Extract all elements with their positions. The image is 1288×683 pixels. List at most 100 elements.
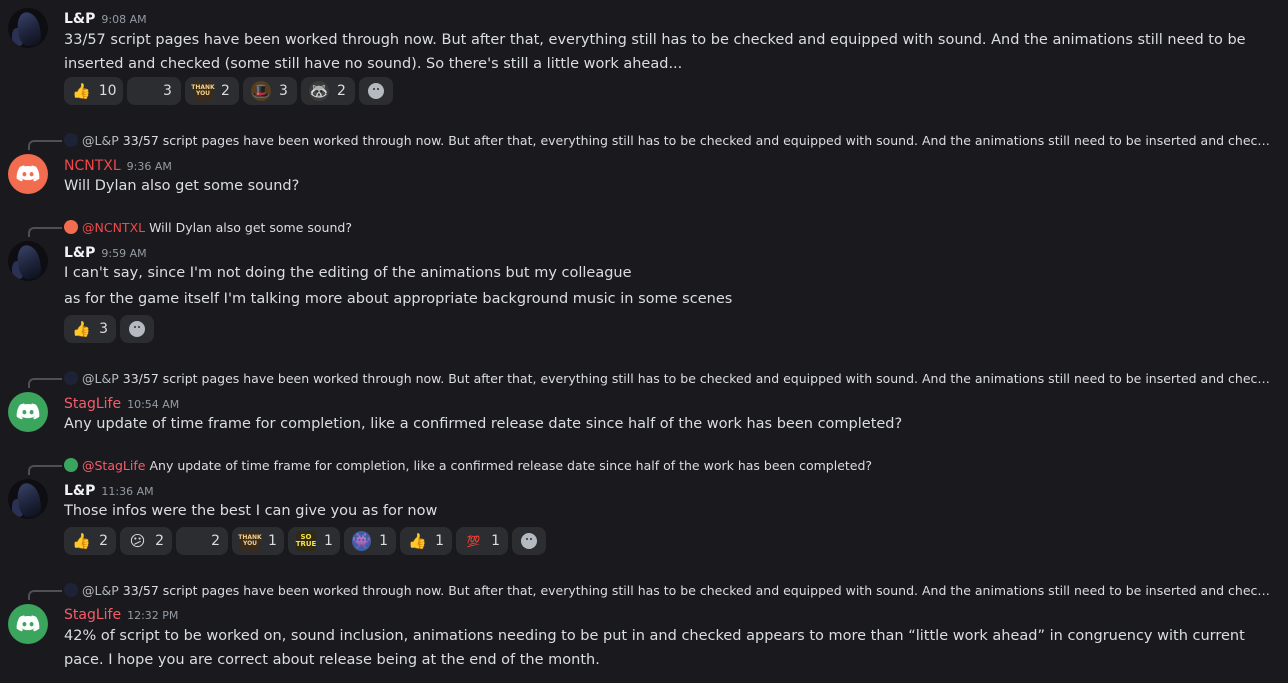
hundred-points-icon: 💯 <box>466 534 481 548</box>
timestamp: 10:54 AM <box>127 398 180 411</box>
avatar-lp[interactable] <box>8 241 48 281</box>
reaction[interactable]: 👾 1 <box>344 527 396 555</box>
reactions: 👍 2 😕 2 2 THANK YOU 1 SO TRUE 1 👾 1 👍 1 💯 1 <box>64 527 546 555</box>
reaction-count: 1 <box>379 533 388 549</box>
reply-author: @L&P <box>82 370 119 386</box>
reaction[interactable]: SO TRUE 1 <box>288 527 340 555</box>
reaction[interactable]: 2 <box>176 527 228 555</box>
message-text: 42% of script to be worked on, sound inc… <box>64 628 1245 668</box>
reaction[interactable]: 👍 1 <box>400 527 452 555</box>
message-text: 33/57 script pages have been worked thro… <box>64 32 1246 72</box>
reply-text: Will Dylan also get some sound? <box>149 219 352 235</box>
add-reaction-button[interactable] <box>120 315 154 343</box>
thumbs-up-icon: 👍 <box>72 532 91 550</box>
reply-author: @NCNTXL <box>82 219 146 235</box>
timestamp: 12:32 PM <box>127 609 179 622</box>
reaction-count: 2 <box>211 533 220 549</box>
reaction-count: 3 <box>163 83 172 99</box>
reaction-count: 1 <box>324 533 333 549</box>
timestamp: 11:36 AM <box>101 485 154 498</box>
author-name[interactable]: L&P <box>64 245 95 261</box>
reply-connector <box>28 140 62 150</box>
smiley-add-icon <box>129 321 145 337</box>
reaction[interactable]: 🦝 2 <box>301 77 355 105</box>
reply-preview[interactable]: @L&P 33/57 script pages have been worked… <box>64 581 1274 599</box>
confused-face-icon: 😕 <box>129 532 146 550</box>
custom-emoji-icon <box>184 531 203 551</box>
discord-logo-icon <box>16 403 40 420</box>
reaction[interactable]: THANK YOU 2 <box>185 77 239 105</box>
reply-author: @L&P <box>82 582 119 598</box>
thank-you-emoji-icon: THANK YOU <box>191 81 215 101</box>
message-text-line-1: I can't say, since I'm not doing the edi… <box>64 265 632 281</box>
message-text: Those infos were the best I can give you… <box>64 503 438 519</box>
reply-preview[interactable]: @L&P 33/57 script pages have been worked… <box>64 131 1274 149</box>
custom-character-emoji-icon: 🎩 <box>251 81 271 101</box>
reply-text: 33/57 script pages have been worked thro… <box>122 582 1274 598</box>
reaction-count: 1 <box>268 533 277 549</box>
discord-logo-icon <box>16 615 40 632</box>
reply-avatar <box>64 583 78 597</box>
timestamp: 9:59 AM <box>101 247 147 260</box>
author-name[interactable]: StagLife <box>64 396 121 412</box>
reply-connector <box>28 590 62 600</box>
reaction-count: 10 <box>98 83 117 99</box>
so-true-emoji-icon: SO TRUE <box>296 531 316 551</box>
reply-author: @StagLife <box>82 457 146 473</box>
discord-logo-icon <box>16 165 40 182</box>
reaction-count: 3 <box>99 321 108 337</box>
smiley-add-icon <box>521 533 537 549</box>
reply-text: Any update of time frame for completion,… <box>149 457 873 473</box>
reaction-count: 2 <box>99 533 108 549</box>
author-name[interactable]: StagLife <box>64 607 121 623</box>
reaction[interactable]: 👍 3 <box>64 315 116 343</box>
reply-preview[interactable]: @NCNTXL Will Dylan also get some sound? <box>64 218 1274 236</box>
reply-avatar <box>64 371 78 385</box>
thumbs-up-icon: 👍 <box>72 82 91 100</box>
stitch-emoji-icon: 👾 <box>352 531 372 551</box>
reaction[interactable]: 3 <box>127 77 181 105</box>
add-reaction-button[interactable] <box>359 77 393 105</box>
reply-preview[interactable]: @StagLife Any update of time frame for c… <box>64 456 1274 474</box>
thumbs-up-icon: 👍 <box>408 532 427 550</box>
reaction-count: 2 <box>221 83 230 99</box>
reaction-count: 1 <box>491 533 500 549</box>
raccoon-emoji-icon: 🦝 <box>309 81 329 101</box>
reply-avatar <box>64 458 78 472</box>
reply-text: 33/57 script pages have been worked thro… <box>122 132 1274 148</box>
smiley-add-icon <box>368 83 384 99</box>
avatar-lp[interactable] <box>8 479 48 519</box>
author-name[interactable]: L&P <box>64 11 95 27</box>
thumbs-up-icon: 👍 <box>72 320 91 338</box>
reply-connector <box>28 227 62 237</box>
reaction[interactable]: THANK YOU 1 <box>232 527 284 555</box>
reaction[interactable]: 😕 2 <box>120 527 172 555</box>
reaction-count: 3 <box>279 83 288 99</box>
message-text: Will Dylan also get some sound? <box>64 178 300 194</box>
reactions: 👍 10 3 THANK YOU 2 🎩 3 🦝 2 <box>64 77 393 105</box>
custom-emoji-icon <box>135 81 155 101</box>
add-reaction-button[interactable] <box>512 527 546 555</box>
timestamp: 9:36 AM <box>126 160 172 173</box>
reaction-count: 2 <box>155 533 164 549</box>
reply-author: @L&P <box>82 132 119 148</box>
author-name[interactable]: L&P <box>64 483 95 499</box>
reaction[interactable]: 💯 1 <box>456 527 508 555</box>
avatar-staglife[interactable] <box>8 392 48 432</box>
avatar-staglife[interactable] <box>8 604 48 644</box>
author-name[interactable]: NCNTXL <box>64 158 121 174</box>
avatar-lp[interactable] <box>8 8 48 48</box>
reaction[interactable]: 👍 2 <box>64 527 116 555</box>
timestamp: 9:08 AM <box>101 13 147 26</box>
reactions: 👍 3 <box>64 315 154 343</box>
reply-preview[interactable]: @L&P 33/57 script pages have been worked… <box>64 369 1274 387</box>
reaction-count: 1 <box>435 533 444 549</box>
thank-you-emoji-icon: THANK YOU <box>238 531 262 551</box>
reaction[interactable]: 👍 10 <box>64 77 123 105</box>
reply-avatar <box>64 133 78 147</box>
reaction[interactable]: 🎩 3 <box>243 77 297 105</box>
message-text: Any update of time frame for completion,… <box>64 416 903 432</box>
avatar-ncntxl[interactable] <box>8 154 48 194</box>
reply-avatar <box>64 220 78 234</box>
reaction-count: 2 <box>337 83 346 99</box>
